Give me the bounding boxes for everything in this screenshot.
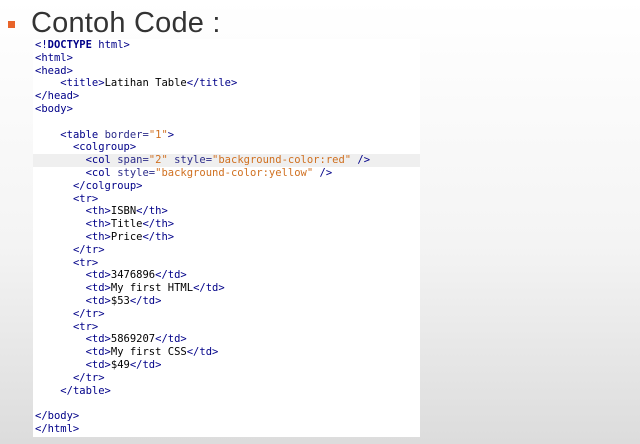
- code-line: <title>Latihan Table</title>: [60, 77, 238, 90]
- code-line: <td>My first CSS</td>: [85, 346, 219, 359]
- code-line: <td>5869207</td>: [85, 333, 187, 346]
- code-line: <th>Price</th>: [85, 230, 175, 243]
- code-line: </tr>: [72, 371, 105, 384]
- code-line: <tr>: [72, 320, 99, 333]
- code-line-current: <col span="2" style="background-color:re…: [33, 154, 420, 167]
- code-line: </html>: [35, 422, 80, 435]
- code-line: <td>$49</td>: [85, 358, 162, 371]
- code-line: <td>My first HTML</td>: [85, 282, 225, 295]
- code-line: </body>: [35, 410, 80, 423]
- bullet-icon: [8, 20, 15, 28]
- code-line: <table border="1">: [60, 128, 175, 141]
- code-line: <th>ISBN</th>: [85, 205, 168, 218]
- page-title: Contoh Code :: [31, 6, 221, 39]
- code-line: <body>: [35, 102, 73, 115]
- code-line: <th>Title</th>: [85, 218, 175, 231]
- code-line: <html>: [35, 51, 73, 64]
- code-line: </colgroup>: [72, 179, 143, 192]
- code-line: <head>: [35, 64, 73, 77]
- slide-title: Contoh Code :: [8, 4, 221, 42]
- code-editor[interactable]: <!DOCTYPE html> <html> <head> <title>Lat…: [33, 39, 420, 437]
- code-line: <col style="background-color:yellow" />: [85, 166, 333, 179]
- code-line: <tr>: [72, 256, 99, 269]
- code-line: </head>: [35, 90, 80, 103]
- code-line: </tr>: [72, 243, 105, 256]
- code-line: </table>: [60, 384, 111, 397]
- code-line: <colgroup>: [72, 141, 137, 154]
- code-line: </tr>: [72, 307, 105, 320]
- code-line: <td>3476896</td>: [85, 269, 187, 282]
- code-line: <td>$53</td>: [85, 294, 162, 307]
- code-line: <tr>: [72, 192, 99, 205]
- code-line: <!DOCTYPE html>: [35, 39, 130, 51]
